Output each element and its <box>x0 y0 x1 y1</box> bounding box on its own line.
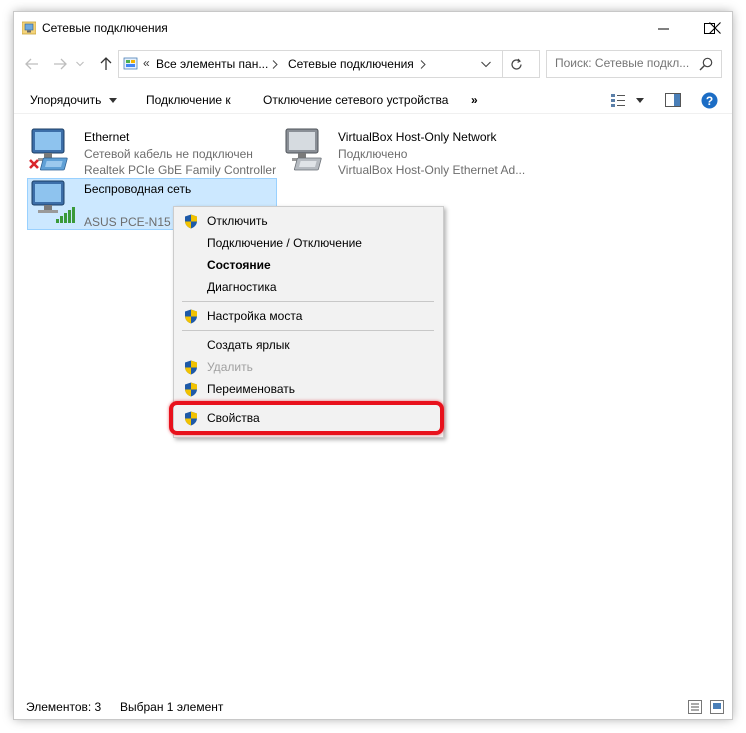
large-icons-view-icon[interactable] <box>710 700 724 714</box>
title-bar: Сетевые подключения <box>14 12 732 44</box>
connection-device: VirtualBox Host-Only Ethernet Ad... <box>338 163 526 177</box>
menu-item-label: Состояние <box>207 258 271 272</box>
wireless-network-icon <box>31 180 75 223</box>
close-icon <box>708 22 721 34</box>
menu-item-label: Подключение / Отключение <box>207 236 362 250</box>
items-count: Элементов: 3 <box>26 700 102 714</box>
address-dropdown-icon[interactable] <box>481 61 491 68</box>
connection-device: Realtek PCIe GbE Family Controller <box>84 163 277 177</box>
search-input[interactable] <box>555 56 695 70</box>
connection-name: VirtualBox Host-Only Network <box>338 130 497 144</box>
change-view-icon[interactable] <box>610 92 626 108</box>
connection-item-virtualbox[interactable]: VirtualBox Host-Only Network Подключено … <box>282 126 542 180</box>
search-icon[interactable] <box>699 57 713 71</box>
breadcrumb-overflow[interactable]: « <box>143 56 150 70</box>
uac-shield-icon <box>185 309 197 324</box>
breadcrumb-all-control-panel-items[interactable]: Все элементы пан... <box>156 57 268 71</box>
connection-name: Беспроводная сеть <box>84 182 192 196</box>
connection-item-ethernet[interactable]: Ethernet Сетевой кабель не подключен Rea… <box>28 126 280 180</box>
preview-pane-icon[interactable] <box>665 93 681 107</box>
arrow-right-icon <box>54 58 67 70</box>
menu-item-label: Создать ярлык <box>207 338 290 352</box>
connect-to-button[interactable]: Подключение к <box>146 93 231 107</box>
uac-shield-icon <box>185 360 197 375</box>
menu-item-label: Переименовать <box>207 382 295 396</box>
menu-item-label: Отключить <box>207 214 268 228</box>
menu-separator <box>182 301 434 302</box>
menu-item-label: Удалить <box>207 360 253 374</box>
details-view-icon[interactable] <box>688 700 702 714</box>
network-folder-icon <box>22 21 36 35</box>
menu-item-delete: Удалить <box>174 356 443 378</box>
selected-count: Выбран 1 элемент <box>120 700 224 714</box>
menu-item-label: Диагностика <box>207 280 277 294</box>
menu-item-bridge-connections[interactable]: Настройка моста <box>174 305 443 327</box>
control-panel-icon <box>123 57 138 70</box>
recent-locations-button[interactable] <box>74 54 86 74</box>
status-bar: Элементов: 3 Выбран 1 элемент <box>14 696 732 718</box>
disable-device-button[interactable]: Отключение сетевого устройства <box>263 93 448 107</box>
connection-name: Ethernet <box>84 130 130 144</box>
minimize-icon <box>657 28 669 29</box>
address-bar[interactable]: « Все элементы пан... Сетевые подключени… <box>118 50 540 78</box>
connection-status: Сетевой кабель не подключен <box>84 147 253 161</box>
connection-device: ASUS PCE-N15 1 <box>84 215 181 229</box>
uac-shield-icon <box>185 214 197 229</box>
view-options-dropdown-icon[interactable] <box>636 98 644 103</box>
back-button[interactable] <box>22 54 42 74</box>
arrow-up-icon <box>100 57 112 70</box>
breadcrumb-network-connections[interactable]: Сетевые подключения <box>288 57 414 71</box>
uac-shield-icon <box>185 382 197 397</box>
up-button[interactable] <box>96 54 116 74</box>
menu-item-connect-disconnect[interactable]: Подключение / Отключение <box>174 232 443 254</box>
minimize-button[interactable] <box>640 12 686 44</box>
more-commands-button[interactable]: » <box>471 93 478 107</box>
search-box[interactable] <box>546 50 722 78</box>
window-title: Сетевые подключения <box>42 21 168 35</box>
menu-item-create-shortcut[interactable]: Создать ярлык <box>174 334 443 356</box>
chevron-down-icon <box>76 61 84 67</box>
menu-item-rename[interactable]: Переименовать <box>174 378 443 400</box>
ethernet-disconnected-icon <box>29 128 68 171</box>
menu-item-diagnose[interactable]: Диагностика <box>174 276 443 298</box>
properties-highlight-annotation <box>169 401 444 435</box>
organize-button[interactable]: Упорядочить <box>30 93 117 107</box>
organize-label: Упорядочить <box>30 93 102 107</box>
navigation-bar: « Все элементы пан... Сетевые подключени… <box>14 48 732 80</box>
arrow-left-icon <box>25 58 38 70</box>
menu-item-status[interactable]: Состояние <box>174 254 443 276</box>
help-icon[interactable]: ? <box>701 92 718 109</box>
menu-separator <box>182 330 434 331</box>
command-bar: Упорядочить Подключение к Отключение сет… <box>14 88 732 114</box>
close-button[interactable] <box>697 12 732 44</box>
forward-button[interactable] <box>50 54 70 74</box>
connection-status: Подключено <box>338 147 408 161</box>
refresh-icon <box>511 58 522 70</box>
menu-item-disable[interactable]: Отключить <box>174 210 443 232</box>
chevron-right-icon[interactable] <box>272 60 278 69</box>
svg-text:?: ? <box>706 94 713 108</box>
ethernet-connected-icon <box>285 128 322 171</box>
chevron-down-icon <box>108 98 117 104</box>
refresh-button[interactable] <box>502 51 530 77</box>
menu-item-label: Настройка моста <box>207 309 303 323</box>
chevron-right-icon[interactable] <box>420 60 426 69</box>
